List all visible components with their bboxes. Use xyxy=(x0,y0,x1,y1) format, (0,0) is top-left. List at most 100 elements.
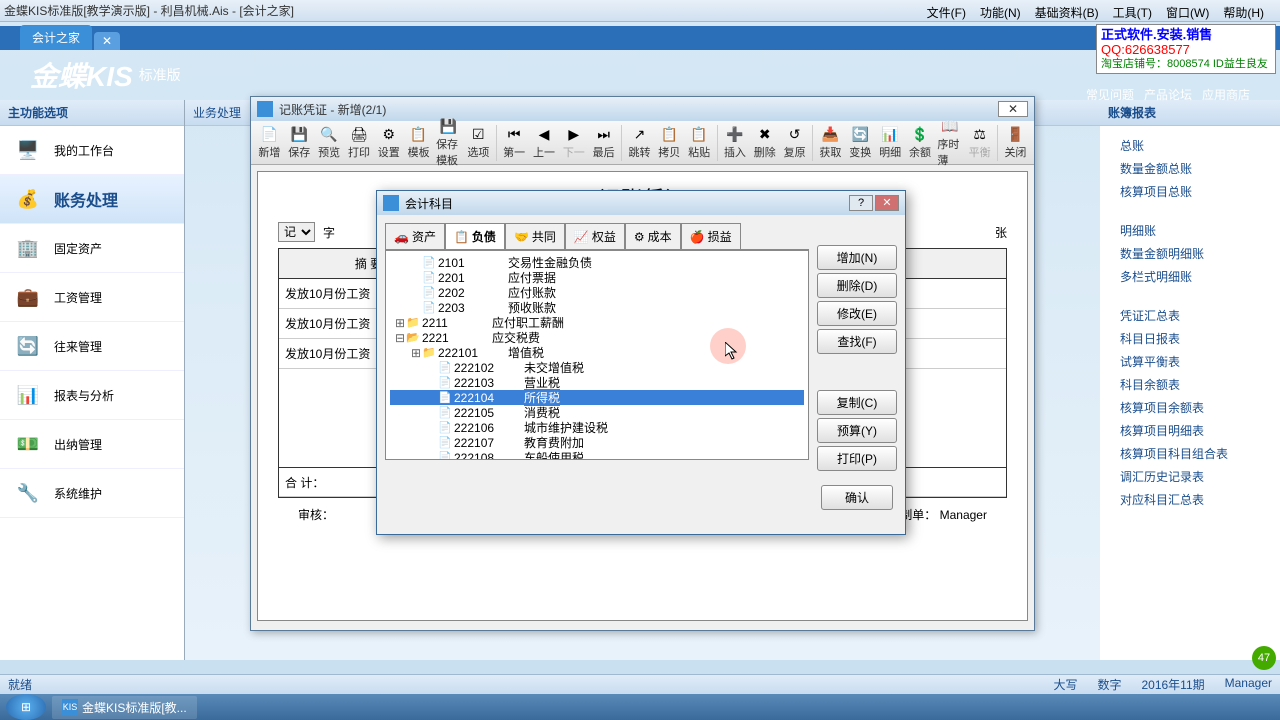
report-link[interactable]: 科目余额表 xyxy=(1120,373,1260,396)
tree-node[interactable]: 📄2202应付账款 xyxy=(390,285,804,300)
nav-item[interactable]: 🔄往来管理 xyxy=(0,322,184,371)
dlg-button[interactable]: 修改(E) xyxy=(817,301,897,326)
tree-node[interactable]: 📄222103营业税 xyxy=(390,375,804,390)
nav-item[interactable]: 🏢固定资产 xyxy=(0,224,184,273)
dlg-button[interactable]: 删除(D) xyxy=(817,273,897,298)
menu-item[interactable]: 帮助(H) xyxy=(1217,2,1270,23)
tree-node[interactable]: 📄222108车船使用税 xyxy=(390,450,804,460)
tree-node[interactable]: ⊞📁222101增值税 xyxy=(390,345,804,360)
report-link[interactable]: 核算项目科目组合表 xyxy=(1120,442,1260,465)
report-link[interactable]: 数量金额总账 xyxy=(1120,157,1260,180)
brand-link[interactable]: 应用商店 xyxy=(1202,88,1250,102)
tree-node[interactable]: 📄222104所得税 xyxy=(390,390,804,405)
category-tab[interactable]: 🍎损益 xyxy=(681,223,741,249)
expand-icon[interactable]: ⊞ xyxy=(394,316,406,330)
toolbar-新增[interactable]: 📄新增 xyxy=(255,124,284,162)
nav-item[interactable]: 💰账务处理 xyxy=(0,175,184,224)
tree-node[interactable]: 📄2101交易性金融负债 xyxy=(390,255,804,270)
report-link[interactable]: 对应科目汇总表 xyxy=(1120,488,1260,511)
nav-item[interactable]: 🔧系统维护 xyxy=(0,469,184,518)
report-link[interactable]: 调汇历史记录表 xyxy=(1120,465,1260,488)
toolbar-模板[interactable]: 📋模板 xyxy=(404,124,433,162)
account-tree[interactable]: 📄2101交易性金融负债📄2201应付票据📄2202应付账款📄2203预收账款⊞… xyxy=(385,250,809,460)
report-link[interactable]: 核算项目余额表 xyxy=(1120,396,1260,419)
taskbar-app[interactable]: KIS 金蝶KIS标准版[教... xyxy=(52,696,197,719)
dlg-button[interactable]: 复制(C) xyxy=(817,390,897,415)
toolbar-删除[interactable]: ✖删除 xyxy=(750,124,779,162)
toolbar-第一[interactable]: ⏮第一 xyxy=(500,124,529,162)
category-tab[interactable]: 🤝共同 xyxy=(505,223,565,249)
tree-node[interactable]: 📄222102未交增值税 xyxy=(390,360,804,375)
toolbar-获取[interactable]: 📥获取 xyxy=(816,124,845,162)
report-link[interactable]: 多栏式明细账 xyxy=(1120,265,1260,288)
dialog-titlebar[interactable]: 会计科目 ? ✕ xyxy=(377,191,905,215)
toolbar-打印[interactable]: 🖨打印 xyxy=(345,124,374,162)
nav-item[interactable]: 💵出纳管理 xyxy=(0,420,184,469)
report-link[interactable]: 核算项目明细表 xyxy=(1120,419,1260,442)
menu-item[interactable]: 工具(T) xyxy=(1107,2,1158,23)
toolbar-保存[interactable]: 💾保存 xyxy=(285,124,314,162)
dlg-button[interactable]: 增加(N) xyxy=(817,245,897,270)
report-link[interactable]: 凭证汇总表 xyxy=(1120,304,1260,327)
dlg-button[interactable]: 打印(P) xyxy=(817,446,897,471)
category-tab[interactable]: 🚗资产 xyxy=(385,223,445,249)
toolbar-余额[interactable]: 💲余额 xyxy=(906,124,935,162)
tree-node[interactable]: 📄2203预收账款 xyxy=(390,300,804,315)
toolbar-平衡[interactable]: ⚖平衡 xyxy=(965,124,994,162)
toolbar-最后[interactable]: ⏭最后 xyxy=(589,124,618,162)
voucher-titlebar[interactable]: 记账凭证 - 新增(2/1) ✕ xyxy=(251,97,1034,121)
tab-add[interactable]: ✕ xyxy=(94,32,120,50)
toolbar-复原[interactable]: ↺复原 xyxy=(780,124,809,162)
expand-icon[interactable]: ⊞ xyxy=(410,346,422,360)
toolbar-跳转[interactable]: ↗跳转 xyxy=(625,124,654,162)
toolbar-设置[interactable]: ⚙设置 xyxy=(374,124,403,162)
report-link[interactable]: 明细账 xyxy=(1120,219,1260,242)
nav-item[interactable]: 📊报表与分析 xyxy=(0,371,184,420)
dialog-help-button[interactable]: ? xyxy=(849,195,873,211)
dlg-button[interactable]: 预算(Y) xyxy=(817,418,897,443)
report-link[interactable]: 数量金额明细账 xyxy=(1120,242,1260,265)
report-link[interactable]: 总账 xyxy=(1120,134,1260,157)
toolbar-粘贴[interactable]: 📋粘贴 xyxy=(685,124,714,162)
nav-item[interactable]: 🖥️我的工作台 xyxy=(0,126,184,175)
tree-node[interactable]: 📄222106城市维护建设税 xyxy=(390,420,804,435)
brand-link[interactable]: 产品论坛 xyxy=(1144,88,1192,102)
menu-item[interactable]: 基础资料(B) xyxy=(1029,2,1105,23)
badge[interactable]: 47 xyxy=(1252,646,1276,670)
toolbar-关闭[interactable]: 🚪关闭 xyxy=(1001,124,1030,162)
start-button[interactable]: ⊞ xyxy=(6,694,46,720)
dlg-button[interactable]: 查找(F) xyxy=(817,329,897,354)
voucher-type-select[interactable]: 记 xyxy=(278,222,315,242)
category-tab[interactable]: ⚙成本 xyxy=(625,223,681,249)
tree-node[interactable]: ⊞📁2211应付职工薪酬 xyxy=(390,315,804,330)
nav-item[interactable]: 💼工资管理 xyxy=(0,273,184,322)
menu-item[interactable]: 文件(F) xyxy=(921,2,972,23)
category-tab[interactable]: 📈权益 xyxy=(565,223,625,249)
toolbar-上一[interactable]: ◀上一 xyxy=(530,124,559,162)
tree-node[interactable]: ⊟📂2221应交税费 xyxy=(390,330,804,345)
menu-item[interactable]: 窗口(W) xyxy=(1160,2,1215,23)
voucher-close-button[interactable]: ✕ xyxy=(998,101,1028,117)
menu-item[interactable]: 功能(N) xyxy=(974,2,1027,23)
toolbar-下一[interactable]: ▶下一 xyxy=(559,124,588,162)
toolbar-插入[interactable]: ➕插入 xyxy=(721,124,750,162)
expand-icon[interactable]: ⊟ xyxy=(394,331,406,345)
report-link[interactable]: 科目日报表 xyxy=(1120,327,1260,350)
taskbar[interactable]: ⊞ KIS 金蝶KIS标准版[教... xyxy=(0,694,1280,720)
toolbar-保存模板[interactable]: 💾保存模板 xyxy=(434,116,463,170)
dialog-close-button[interactable]: ✕ xyxy=(875,195,899,211)
report-link[interactable]: 试算平衡表 xyxy=(1120,350,1260,373)
toolbar-预览[interactable]: 🔍预览 xyxy=(315,124,344,162)
category-tab[interactable]: 📋负债 xyxy=(445,223,505,249)
report-link[interactable]: 核算项目总账 xyxy=(1120,180,1260,203)
toolbar-拷贝[interactable]: 📋拷贝 xyxy=(655,124,684,162)
toolbar-选项[interactable]: ☑选项 xyxy=(464,124,493,162)
tree-node[interactable]: 📄222105消费税 xyxy=(390,405,804,420)
toolbar-变换[interactable]: 🔄变换 xyxy=(846,124,875,162)
ok-button[interactable]: 确认 xyxy=(821,485,893,510)
toolbar-序时薄[interactable]: 📖序时薄 xyxy=(935,116,964,170)
tree-node[interactable]: 📄222107教育费附加 xyxy=(390,435,804,450)
toolbar-明细[interactable]: 📊明细 xyxy=(876,124,905,162)
tab-home[interactable]: 会计之家 xyxy=(20,25,92,50)
tree-node[interactable]: 📄2201应付票据 xyxy=(390,270,804,285)
